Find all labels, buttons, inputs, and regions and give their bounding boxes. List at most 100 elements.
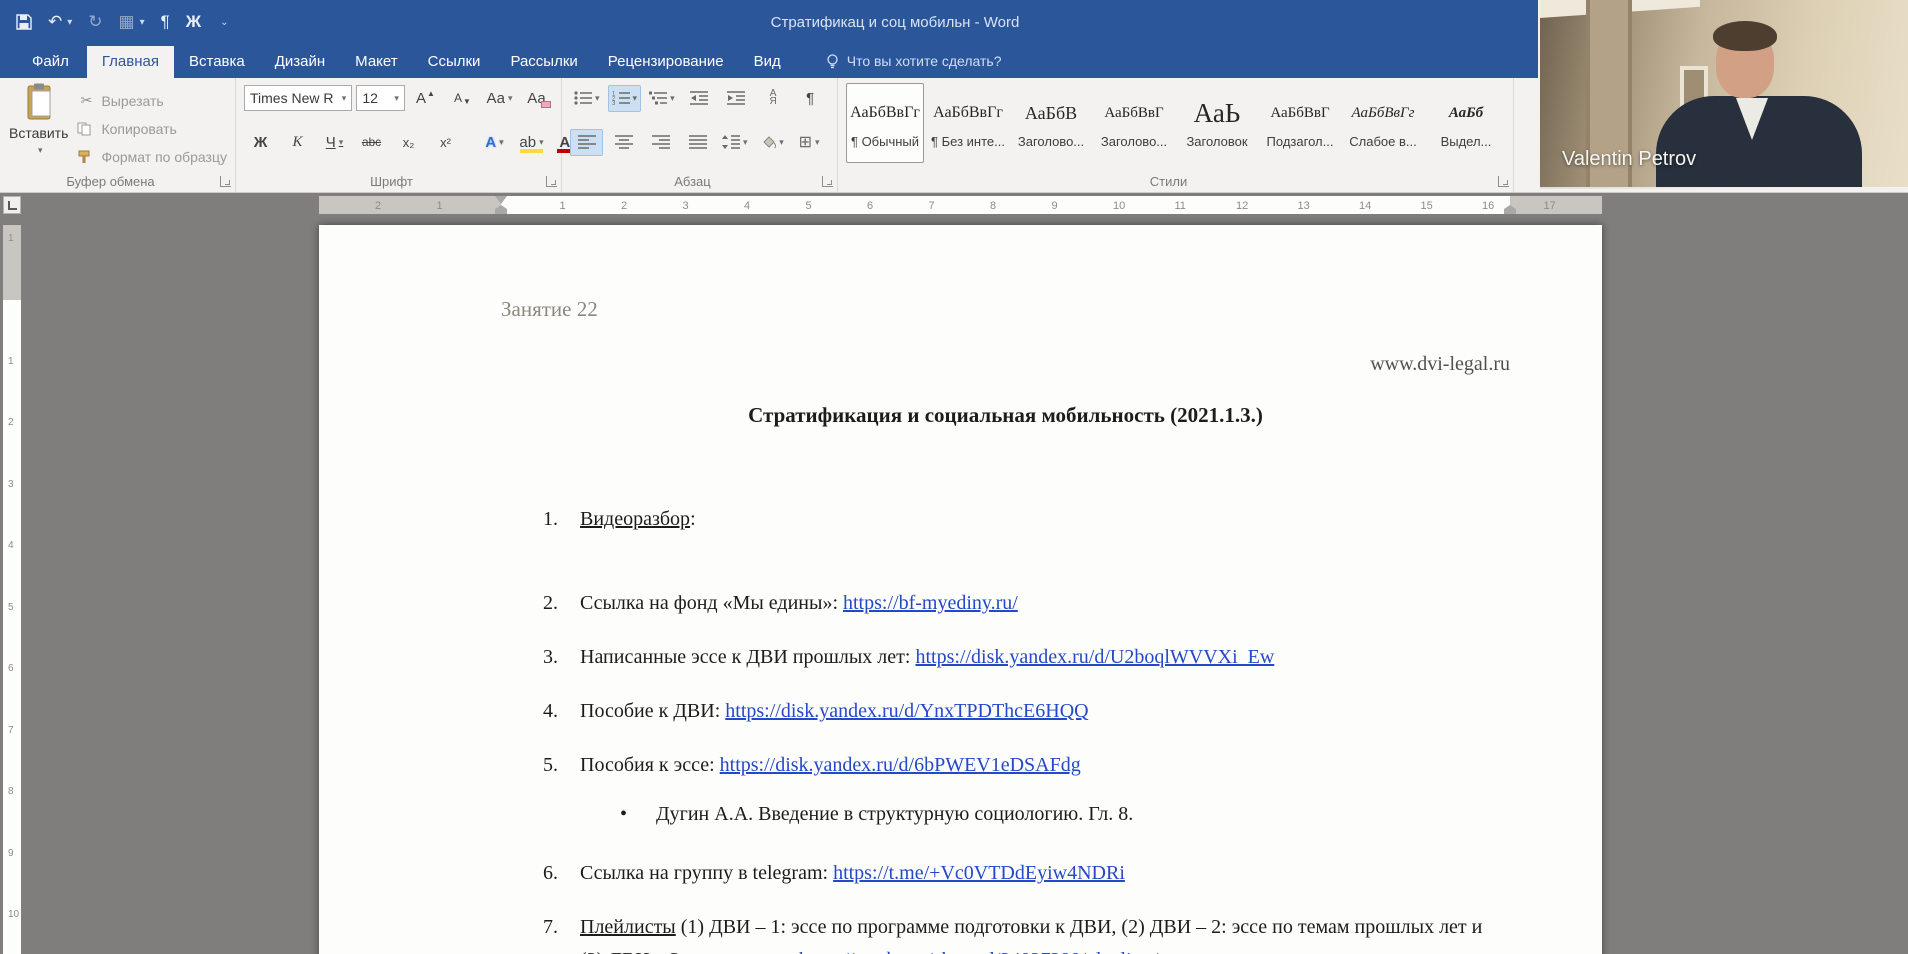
styles-group: АаБбВвГг ¶ Обычный АаБбВвГг ¶ Без инте..…: [838, 78, 1514, 192]
style-title[interactable]: АаЬ Заголовок: [1178, 83, 1256, 163]
font-family-select[interactable]: Times New R ▾: [244, 85, 353, 111]
show-marks-button[interactable]: ¶: [794, 85, 827, 112]
tab-home[interactable]: Главная: [86, 46, 174, 78]
font-group: Times New R ▾ 12 ▾ А ▲ А ▼ Аа ▾ Аа Ж К Ч ▾ abc…: [236, 78, 580, 192]
paragraph-dialog-launcher[interactable]: [822, 176, 833, 187]
list-item-1: 1. Видеоразбор:: [543, 503, 1510, 536]
clipboard-small-buttons: ✂ Вырезать Копировать Формат по образцу: [77, 83, 227, 168]
hyperlink[interactable]: https://rutube.ru/channel/24027290/playl…: [799, 949, 1158, 954]
underline-button[interactable]: Ч ▾: [318, 129, 351, 156]
cut-button[interactable]: ✂ Вырезать: [77, 89, 227, 112]
styles-dialog-launcher[interactable]: [1498, 176, 1509, 187]
hyperlink[interactable]: https://bf-myediny.ru/: [843, 592, 1018, 614]
hyperlink[interactable]: https://disk.yandex.ru/d/6bPWEV1eDSAFdg: [720, 754, 1081, 776]
style-no-spacing[interactable]: АаБбВвГг ¶ Без инте...: [929, 83, 1007, 163]
hyperlink[interactable]: https://disk.yandex.ru/d/U2boqlWVVXi_Ew: [915, 646, 1274, 668]
text-effects-button[interactable]: А ▾: [478, 129, 511, 156]
tab-view[interactable]: Вид: [739, 46, 796, 78]
font-size-select[interactable]: 12 ▾: [356, 85, 405, 111]
multilevel-list-button[interactable]: ▾: [645, 85, 679, 112]
font-dialog-launcher[interactable]: [546, 176, 557, 187]
paste-label: Вставить: [9, 125, 69, 141]
doc-header-left: Занятие 22: [501, 297, 598, 321]
shrink-font-button[interactable]: А ▼: [446, 85, 479, 112]
list-number: 6.: [543, 862, 558, 884]
style-heading2[interactable]: АаБбВвГ Заголово...: [1095, 83, 1173, 163]
clear-formatting-button[interactable]: Аа: [520, 85, 553, 112]
align-left-button[interactable]: [570, 128, 603, 156]
decrease-indent-button[interactable]: [683, 85, 716, 112]
bullet-text: Дугин А.А. Введение в структурную социол…: [656, 803, 1134, 825]
tab-review[interactable]: Рецензирование: [593, 46, 739, 78]
list-text: Ссылка на группу в telegram:: [580, 862, 834, 884]
styles-gallery: АаБбВвГг ¶ Обычный АаБбВвГг ¶ Без инте..…: [846, 83, 1505, 163]
bold-button[interactable]: Ж: [244, 129, 277, 156]
highlight-button[interactable]: ab ▾: [515, 129, 548, 156]
customize-qat-icon[interactable]: ⌄: [220, 17, 228, 28]
list-item-2: 2. Ссылка на фонд «Мы едины»: https://bf-…: [543, 587, 1510, 620]
paste-button[interactable]: Вставить ▾: [8, 83, 69, 167]
tab-insert[interactable]: Вставка: [174, 46, 260, 78]
copy-button[interactable]: Копировать: [77, 117, 227, 140]
document-canvas[interactable]: 2112345678910 Занятие 22 www.dvi-legal.r…: [0, 217, 1908, 954]
style-normal[interactable]: АаБбВвГг ¶ Обычный: [846, 83, 924, 163]
paste-caret-icon: ▾: [37, 145, 43, 155]
window-title: Стратификац и соц мобильн - Word: [770, 13, 1020, 31]
vertical-ruler[interactable]: 2112345678910: [0, 217, 26, 954]
hyperlink[interactable]: https://t.me/+Vc0VTDdEyiw4NDRi: [833, 862, 1125, 884]
tab-mailings[interactable]: Рассылки: [495, 46, 592, 78]
paragraph-mark-icon[interactable]: ¶: [161, 12, 170, 32]
doc-title: Стратификация и социальная мобильность (…: [748, 403, 1263, 427]
increase-indent-button[interactable]: [720, 85, 753, 112]
redo-icon[interactable]: ↻: [88, 12, 102, 32]
clipboard-dialog-launcher[interactable]: [220, 176, 231, 187]
change-case-button[interactable]: Аа ▾: [483, 85, 516, 112]
list-number: 1.: [543, 508, 558, 530]
style-subtitle[interactable]: АаБбВвГ Подзагол...: [1261, 83, 1339, 163]
undo-icon[interactable]: ↶ ▾: [48, 12, 72, 32]
strikethrough-button[interactable]: abc: [355, 129, 388, 156]
tab-selector[interactable]: [3, 196, 21, 214]
list-text: Пособие к ДВИ:: [580, 700, 726, 722]
webcam-overlay: Valentin Petrov: [1538, 0, 1908, 189]
lightbulb-icon: [826, 53, 839, 69]
bold-icon[interactable]: Ж: [186, 12, 201, 32]
tell-me-box[interactable]: Что вы хотите сделать?: [826, 53, 1002, 78]
bullets-button[interactable]: ▾: [570, 85, 604, 112]
hyperlink[interactable]: https://disk.yandex.ru/d/YnxTPDThcE6HQQ: [725, 700, 1088, 722]
document-page[interactable]: Занятие 22 www.dvi-legal.ru Стратификаци…: [319, 225, 1602, 954]
save-icon[interactable]: [16, 14, 32, 30]
grow-font-button[interactable]: А ▲: [409, 85, 442, 112]
horizontal-ruler[interactable]: 2 1 1 2 3 4 5 6 7 8 9 10 11 12 13 14 15 16 17: [0, 193, 1908, 217]
shading-button[interactable]: ▾: [756, 129, 789, 156]
webcam-participant-name: Valentin Petrov: [1562, 148, 1697, 170]
subscript-button[interactable]: х₂: [392, 129, 425, 156]
format-painter-button[interactable]: Формат по образцу: [77, 145, 227, 168]
clipboard-group: Вставить ▾ ✂ Вырезать Копировать Формат …: [0, 78, 236, 192]
tab-file[interactable]: Файл: [14, 46, 87, 78]
style-subtle-emphasis[interactable]: АаБбВвГг Слабое в...: [1344, 83, 1422, 163]
font-family-value: Times New R: [250, 90, 334, 106]
clipboard-icon: [24, 83, 54, 121]
align-right-button[interactable]: [644, 129, 677, 156]
list-number: 2.: [543, 592, 558, 614]
list-item-5: 5. Пособия к эссе: https://disk.yandex.ru…: [543, 749, 1510, 782]
superscript-button[interactable]: х²: [429, 129, 462, 156]
webcam-person-hair: [1713, 21, 1777, 51]
highlight-color-bar: [520, 148, 543, 153]
line-spacing-button[interactable]: ▾: [718, 129, 752, 156]
borders-button[interactable]: ⊞ ▾: [793, 129, 826, 156]
list-item-3: 3. Написанные эссе к ДВИ прошлых лет: htt…: [543, 641, 1510, 674]
align-center-button[interactable]: [607, 129, 640, 156]
italic-button[interactable]: К: [281, 129, 314, 156]
tab-layout[interactable]: Макет: [340, 46, 412, 78]
tab-design[interactable]: Дизайн: [260, 46, 340, 78]
style-heading1[interactable]: АаБбВ Заголово...: [1012, 83, 1090, 163]
sort-button[interactable]: АЯ: [757, 85, 790, 112]
font-group-label: Шрифт: [370, 174, 413, 189]
table-icon[interactable]: ▦ ▾: [119, 12, 145, 32]
numbering-button[interactable]: 123 ▾: [607, 84, 642, 112]
tab-references[interactable]: Ссылки: [413, 46, 496, 78]
style-emphasis[interactable]: АаБб Выдел...: [1427, 83, 1505, 163]
justify-button[interactable]: [681, 129, 714, 156]
